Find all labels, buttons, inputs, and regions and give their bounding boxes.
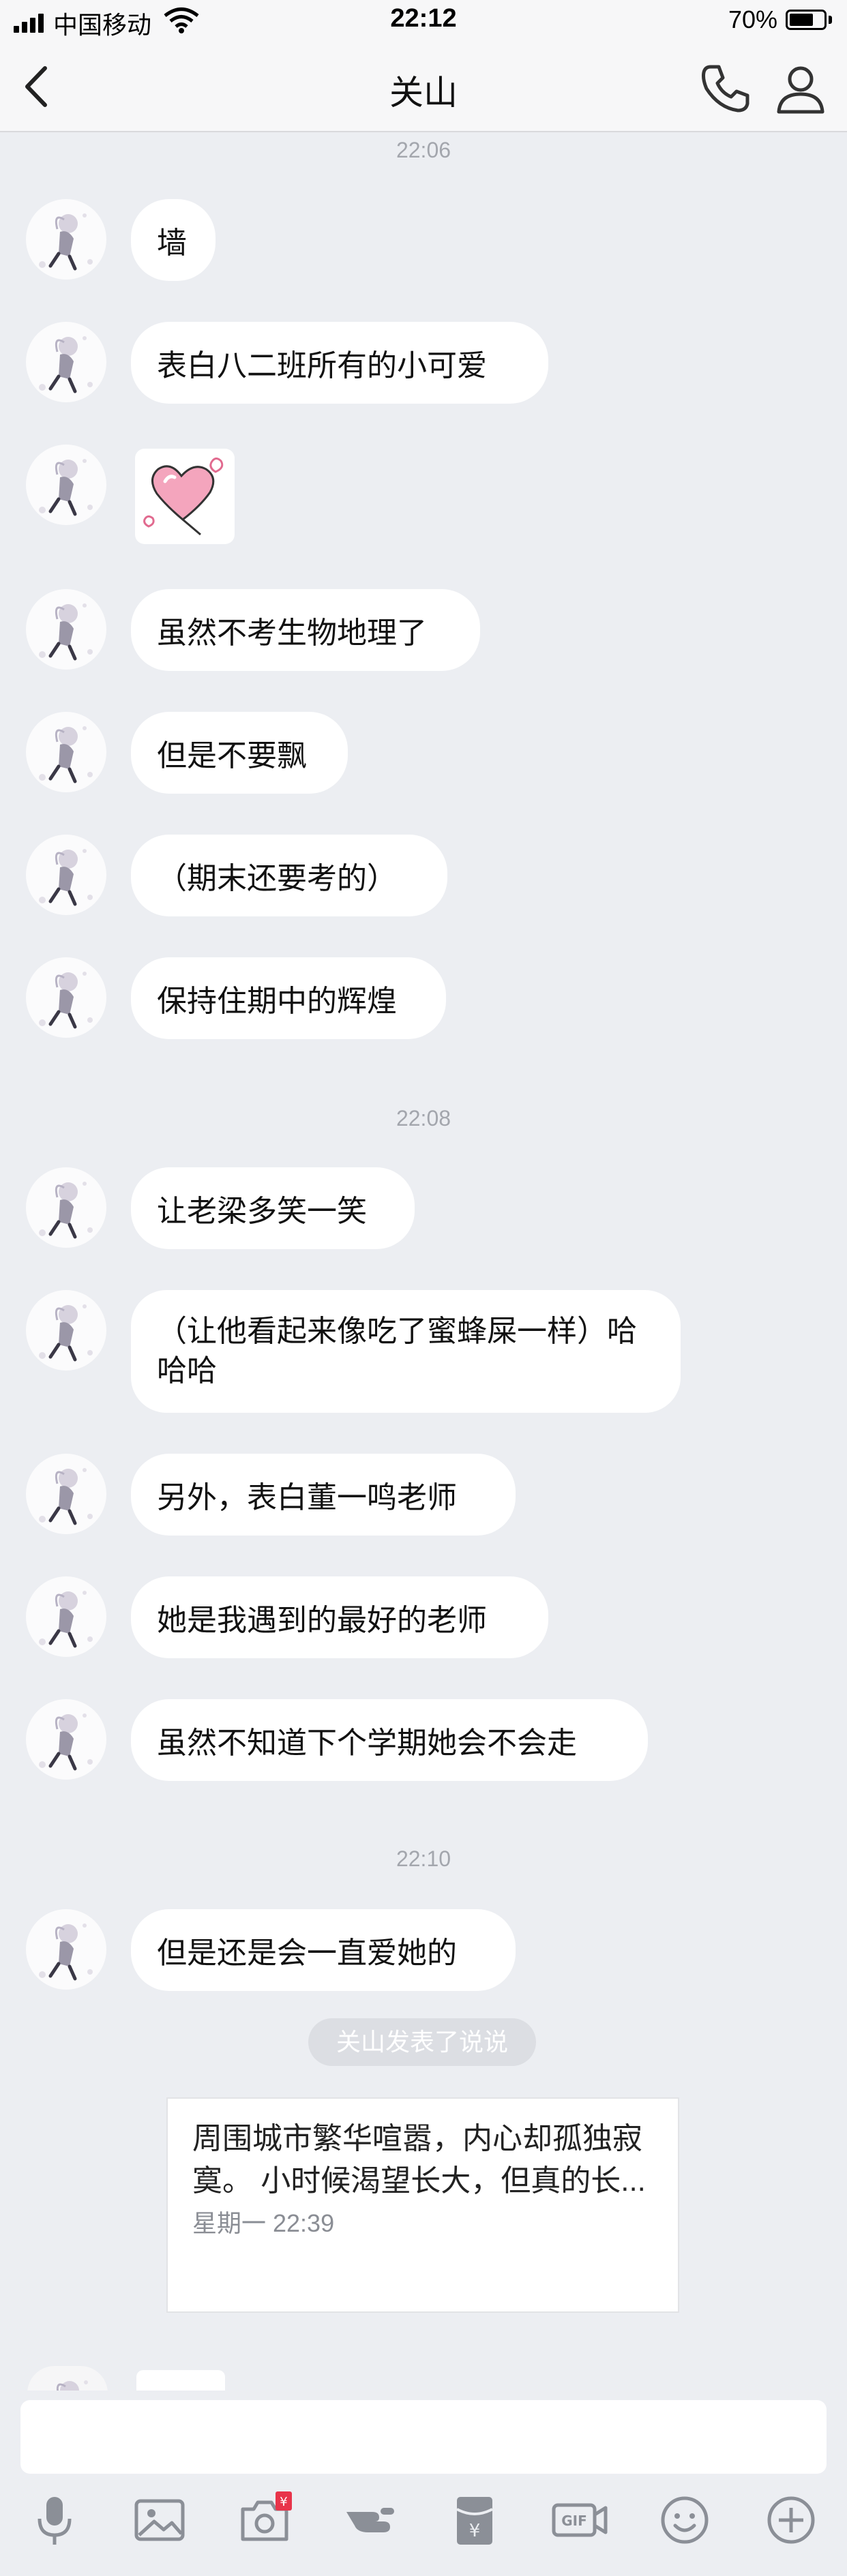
message-bubble[interactable]: 墙 — [131, 199, 216, 281]
avatar[interactable] — [26, 589, 106, 670]
message-bubble[interactable]: 表白八二班所有的小可爱 — [131, 322, 548, 404]
avatar[interactable] — [26, 1167, 106, 1248]
battery-tip — [829, 16, 832, 24]
timestamp: 22:08 — [396, 1106, 451, 1130]
avatar[interactable] — [26, 199, 106, 280]
message-bubble[interactable]: （期末还要考的） — [131, 835, 447, 916]
message-bubble[interactable]: （让他看起来像吃了蜜蜂屎一样）哈哈哈 — [131, 1290, 681, 1413]
chat-header: 关山 — [0, 42, 847, 132]
gif-label: GIF — [561, 2513, 587, 2529]
timestamp: 22:06 — [396, 138, 451, 162]
battery-icon — [786, 10, 827, 30]
message-bubble[interactable]: 保持住期中的辉煌 — [131, 957, 446, 1039]
message-input[interactable] — [20, 2400, 827, 2474]
avatar[interactable] — [26, 1290, 106, 1371]
shared-post-time: 星期一 22:39 — [192, 2209, 335, 2237]
avatar[interactable] — [26, 1576, 106, 1657]
avatar[interactable] — [26, 1909, 106, 1990]
avatar[interactable] — [26, 1454, 106, 1534]
battery-percentage: 70% — [728, 5, 778, 33]
message-bubble[interactable]: 虽然不考生物地理了 — [131, 589, 480, 671]
phone-icon[interactable] — [698, 61, 753, 116]
red-packet-icon[interactable]: ¥ — [441, 2486, 509, 2554]
avatar[interactable] — [26, 445, 106, 525]
system-notice: 关山发表了说说 — [308, 2018, 536, 2066]
message-bubble[interactable]: 但是不要飘 — [131, 712, 348, 794]
shared-post-text: 周围城市繁华喧嚣，内心却孤独寂寞。 小时候渴望长大，但真的长... — [192, 2122, 646, 2198]
timestamp: 22:10 — [396, 1846, 451, 1871]
message-bubble[interactable]: 但是还是会一直爱她的 — [131, 1909, 516, 1991]
image-icon[interactable] — [125, 2486, 194, 2554]
message-bubble[interactable]: 虽然不知道下个学期她会不会走 — [131, 1699, 648, 1781]
camera-badge: ¥ — [280, 2495, 287, 2509]
message-bubble[interactable]: 让老梁多笑一笑 — [131, 1167, 415, 1249]
heart-sticker[interactable] — [135, 449, 235, 544]
poke-icon[interactable] — [336, 2486, 404, 2554]
status-bar: 中国移动 22:12 70% — [0, 0, 847, 42]
clock: 22:12 — [390, 4, 457, 33]
message-bubble[interactable]: 另外，表白董一鸣老师 — [131, 1454, 516, 1536]
emoji-icon[interactable] — [651, 2486, 719, 2554]
avatar[interactable] — [26, 1699, 106, 1780]
profile-icon[interactable] — [773, 61, 828, 116]
input-area: ¥ ¥ GIF — [0, 2391, 847, 2576]
message-bubble[interactable]: 她是我遇到的最好的老师 — [131, 1576, 548, 1658]
avatar[interactable] — [26, 957, 106, 1038]
microphone-icon[interactable] — [20, 2486, 89, 2554]
avatar[interactable] — [26, 835, 106, 915]
plus-icon[interactable] — [757, 2486, 825, 2554]
avatar[interactable] — [26, 322, 106, 402]
avatar[interactable] — [26, 712, 106, 792]
camera-icon[interactable]: ¥ — [231, 2486, 299, 2554]
svg-text:¥: ¥ — [469, 2521, 481, 2541]
avatar[interactable] — [27, 2366, 108, 2393]
partial-sticker[interactable] — [136, 2370, 225, 2393]
gif-icon[interactable]: GIF — [546, 2486, 614, 2554]
shared-post-card[interactable]: 周围城市繁华喧嚣，内心却孤独寂寞。 小时候渴望长大，但真的长... 星期一 22… — [166, 2097, 679, 2313]
